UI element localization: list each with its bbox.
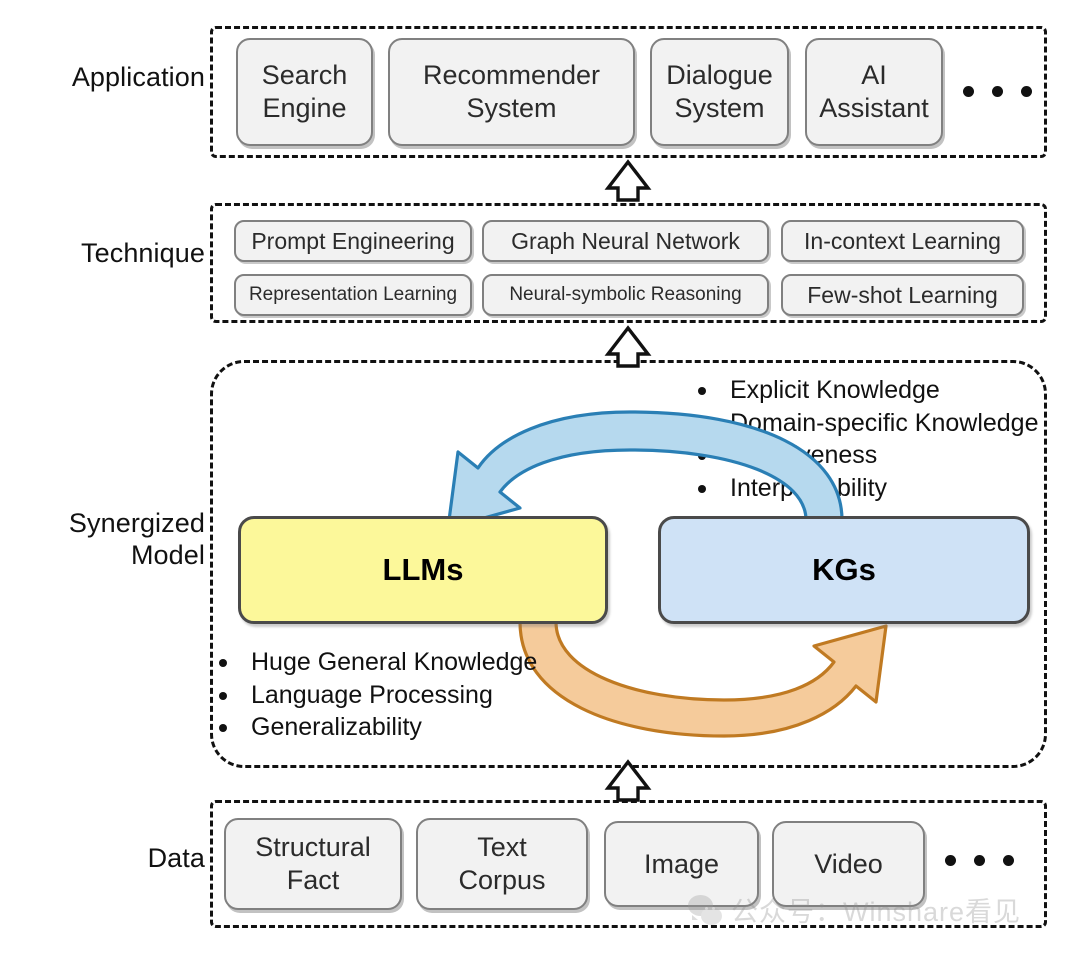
llm-advantages-list: Huge General Knowledge Language Processi… <box>213 646 537 744</box>
application-item-ai-assistant[interactable]: AI Assistant <box>805 38 943 146</box>
technique-item-neural-symbolic-reasoning[interactable]: Neural-symbolic Reasoning <box>482 274 769 316</box>
data-item-text-corpus[interactable]: Text Corpus <box>416 818 588 910</box>
list-item: Generalizability <box>213 711 537 744</box>
kg-advantages-list: Explicit Knowledge Domain-specific Knowl… <box>692 374 1038 504</box>
row-label-application: Application <box>71 62 205 92</box>
application-item-search-engine[interactable]: Search Engine <box>236 38 373 146</box>
row-label-data: Data <box>147 843 205 873</box>
kgs-box[interactable]: KGs <box>658 516 1030 624</box>
watermark: 公众号：Winshare看见 <box>688 890 1021 929</box>
technique-item-prompt-engineering[interactable]: Prompt Engineering <box>234 220 472 262</box>
list-item: Explicit Knowledge <box>692 374 1038 407</box>
diagram-canvas: Application Search Engine Recommender Sy… <box>0 0 1080 956</box>
technique-item-representation-learning[interactable]: Representation Learning <box>234 274 472 316</box>
row-label-synergized-model: Synergized Model <box>68 508 205 570</box>
list-item: Huge General Knowledge <box>213 646 537 679</box>
watermark-text: 公众号：Winshare看见 <box>731 897 1022 927</box>
application-item-recommender-system[interactable]: Recommender System <box>388 38 635 146</box>
application-item-dialogue-system[interactable]: Dialogue System <box>650 38 789 146</box>
list-item: Domain-specific Knowledge <box>692 407 1038 440</box>
list-item: Decisiveness <box>692 439 1038 472</box>
row-label-technique: Technique <box>81 238 205 268</box>
technique-item-graph-neural-network[interactable]: Graph Neural Network <box>482 220 769 262</box>
list-item: Interpretability <box>692 472 1038 505</box>
llms-box[interactable]: LLMs <box>238 516 608 624</box>
application-ellipsis <box>963 86 1032 97</box>
technique-to-application-arrow <box>604 159 652 202</box>
technique-item-few-shot-learning[interactable]: Few-shot Learning <box>781 274 1024 316</box>
data-item-structural-fact[interactable]: Structural Fact <box>224 818 402 910</box>
data-ellipsis <box>945 855 1014 866</box>
technique-item-in-context-learning[interactable]: In-context Learning <box>781 220 1024 262</box>
wechat-icon <box>688 894 722 925</box>
list-item: Language Processing <box>213 679 537 712</box>
